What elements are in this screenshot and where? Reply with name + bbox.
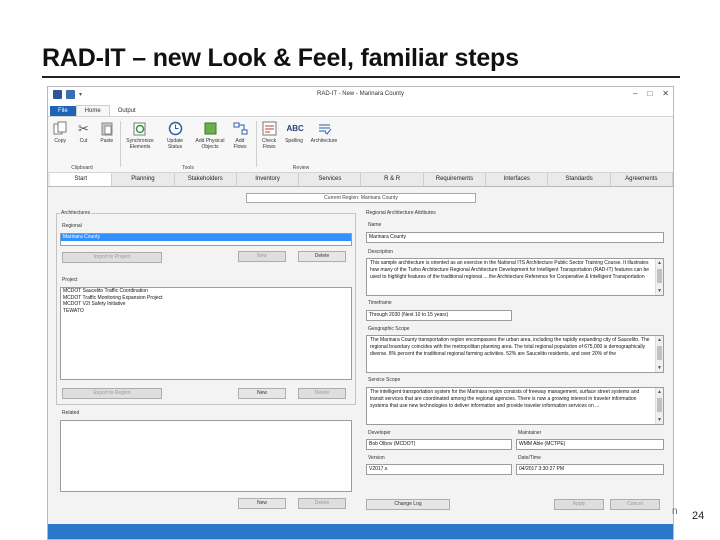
ribbon-tabs: File Home Output xyxy=(48,103,673,116)
version-field[interactable]: V2017.s xyxy=(366,464,512,475)
architectures-label: Architectures xyxy=(60,210,92,216)
check-flows-button[interactable]: Check Flows xyxy=(259,119,279,150)
regional-attributes-label: Regional Architecture Attributes xyxy=(366,210,436,216)
regional-list[interactable]: Marinara County xyxy=(60,233,352,246)
title-underline xyxy=(42,76,680,78)
maintainer-field[interactable]: WMM Able (MCTPE) xyxy=(516,439,664,450)
related-delete-button[interactable]: Delete xyxy=(298,498,346,509)
developer-field[interactable]: Bob Olbov (MCDOT) xyxy=(366,439,512,450)
related-new-button[interactable]: New xyxy=(238,498,286,509)
title-bar: ▾ RAD-IT - New - Marinara County – □ ✕ xyxy=(48,87,673,103)
ribbon: Copy ✂ Cut Paste Clipboard Synchronize E… xyxy=(48,116,673,173)
update-status-icon xyxy=(168,121,183,137)
regional-delete-button[interactable]: Delete xyxy=(298,251,346,262)
tab-agreements[interactable]: Agreements xyxy=(611,173,673,186)
project-label: Project xyxy=(62,277,78,283)
add-flows-icon xyxy=(233,121,248,137)
current-region-field: Current Region: Marinara County xyxy=(246,193,476,203)
synchronize-icon xyxy=(133,121,148,137)
name-label: Name xyxy=(368,222,382,228)
datetime-field[interactable]: 04/2017 3:30:27 PM xyxy=(516,464,664,475)
related-list[interactable] xyxy=(60,420,352,492)
timeframe-field[interactable]: Through 2030 (Next 10 to 15 years) xyxy=(366,310,512,321)
description-scrollbar[interactable]: ▲ ▼ xyxy=(655,259,663,295)
spelling-button[interactable]: ABC Spelling xyxy=(284,119,304,150)
status-bar xyxy=(48,524,673,539)
regional-new-button[interactable]: New xyxy=(238,251,286,262)
change-log-button[interactable]: Change Log xyxy=(366,499,450,510)
copy-button[interactable]: Copy xyxy=(51,119,69,144)
start-tab-content: Current Region: Marinara County Architec… xyxy=(48,188,673,539)
update-status-button[interactable]: Update Status xyxy=(160,119,190,150)
add-physical-objects-button[interactable]: Add Physical Objects xyxy=(195,119,225,150)
service-scope-scrollbar[interactable]: ▲ ▼ xyxy=(655,388,663,424)
export-to-region-button[interactable]: Export to Region xyxy=(62,388,162,399)
close-button[interactable]: ✕ xyxy=(662,89,669,98)
slide-title: RAD-IT – new Look & Feel, familiar steps xyxy=(42,44,519,72)
window-title: RAD-IT - New - Marinara County xyxy=(317,91,404,97)
window-controls: – □ ✕ xyxy=(633,89,669,98)
tab-inventory[interactable]: Inventory xyxy=(237,173,300,186)
cut-icon: ✂ xyxy=(78,121,89,136)
list-item[interactable]: Marinara County xyxy=(61,234,351,241)
tab-r-and-r[interactable]: R & R xyxy=(361,173,424,186)
import-to-project-button[interactable]: Import to Project xyxy=(62,252,162,263)
project-delete-button[interactable]: Delete xyxy=(298,388,346,399)
add-physical-objects-icon xyxy=(203,121,218,137)
paste-button[interactable]: Paste xyxy=(98,119,116,144)
copy-icon xyxy=(53,121,68,137)
project-new-button[interactable]: New xyxy=(238,388,286,399)
list-item[interactable]: TEWATO xyxy=(61,308,351,315)
minimize-button[interactable]: – xyxy=(633,89,637,98)
add-flows-button[interactable]: Add Flows xyxy=(230,119,250,150)
tab-services[interactable]: Services xyxy=(299,173,362,186)
synchronize-elements-button[interactable]: Synchronize Elements xyxy=(125,119,155,150)
slide-number: 24 xyxy=(692,510,705,522)
datetime-label: Date/Time xyxy=(518,455,541,461)
developer-label: Developer xyxy=(368,430,391,436)
service-scope-field[interactable]: The intelligent transportation system fo… xyxy=(366,387,664,425)
geographic-scope-field[interactable]: The Marinara County transportation regio… xyxy=(366,335,664,373)
service-scope-text: The intelligent transportation system fo… xyxy=(370,389,640,409)
description-text: This sample architecture is oriented as … xyxy=(370,260,650,280)
spelling-icon: ABC xyxy=(286,124,304,133)
version-label: Version xyxy=(368,455,385,461)
architecture-review-button[interactable]: Architecture xyxy=(309,119,339,150)
tab-standards[interactable]: Standards xyxy=(548,173,611,186)
geographic-scope-label: Geographic Scope xyxy=(368,326,410,332)
apply-button[interactable]: Apply xyxy=(554,499,604,510)
maximize-button[interactable]: □ xyxy=(647,89,652,98)
tab-stakeholders[interactable]: Stakeholders xyxy=(175,173,237,186)
tab-start[interactable]: Start xyxy=(50,173,113,186)
service-scope-label: Service Scope xyxy=(368,377,401,383)
footer-glyph: n xyxy=(672,506,678,517)
paste-icon xyxy=(99,121,114,137)
regional-label: Regional xyxy=(62,223,82,229)
name-field[interactable]: Marinara County xyxy=(366,232,664,243)
tab-interfaces[interactable]: Interfaces xyxy=(486,173,549,186)
timeframe-label: Timeframe xyxy=(368,300,392,306)
project-list[interactable]: MCDOT Saucelito Traffic Coordination MCD… xyxy=(60,287,352,380)
tab-output[interactable]: Output xyxy=(110,106,144,116)
tab-requirements[interactable]: Requirements xyxy=(424,173,487,186)
architecture-tabs: Start Planning Stakeholders Inventory Se… xyxy=(48,173,673,187)
ribbon-separator xyxy=(120,121,121,167)
tools-group: Synchronize Elements Update Status Add P… xyxy=(122,119,254,171)
geographic-scope-scrollbar[interactable]: ▲ ▼ xyxy=(655,336,663,372)
tab-file[interactable]: File xyxy=(50,106,76,116)
review-group: Check Flows ABC Spelling Architecture Re… xyxy=(256,119,346,171)
rad-it-window: ▾ RAD-IT - New - Marinara County – □ ✕ F… xyxy=(47,86,674,540)
description-field[interactable]: This sample architecture is oriented as … xyxy=(366,258,664,296)
cut-button[interactable]: ✂ Cut xyxy=(74,119,92,144)
tab-planning[interactable]: Planning xyxy=(112,173,175,186)
cancel-button[interactable]: Cancel xyxy=(610,499,660,510)
geographic-scope-text: The Marinara County transportation regio… xyxy=(370,337,650,357)
check-flows-icon xyxy=(262,121,277,137)
related-label: Related xyxy=(62,410,80,416)
maintainer-label: Maintainer xyxy=(518,430,542,436)
clipboard-group: Copy ✂ Cut Paste Clipboard xyxy=(48,119,116,171)
tab-home[interactable]: Home xyxy=(75,105,110,116)
architecture-icon xyxy=(317,121,332,137)
description-label: Description xyxy=(368,249,394,255)
